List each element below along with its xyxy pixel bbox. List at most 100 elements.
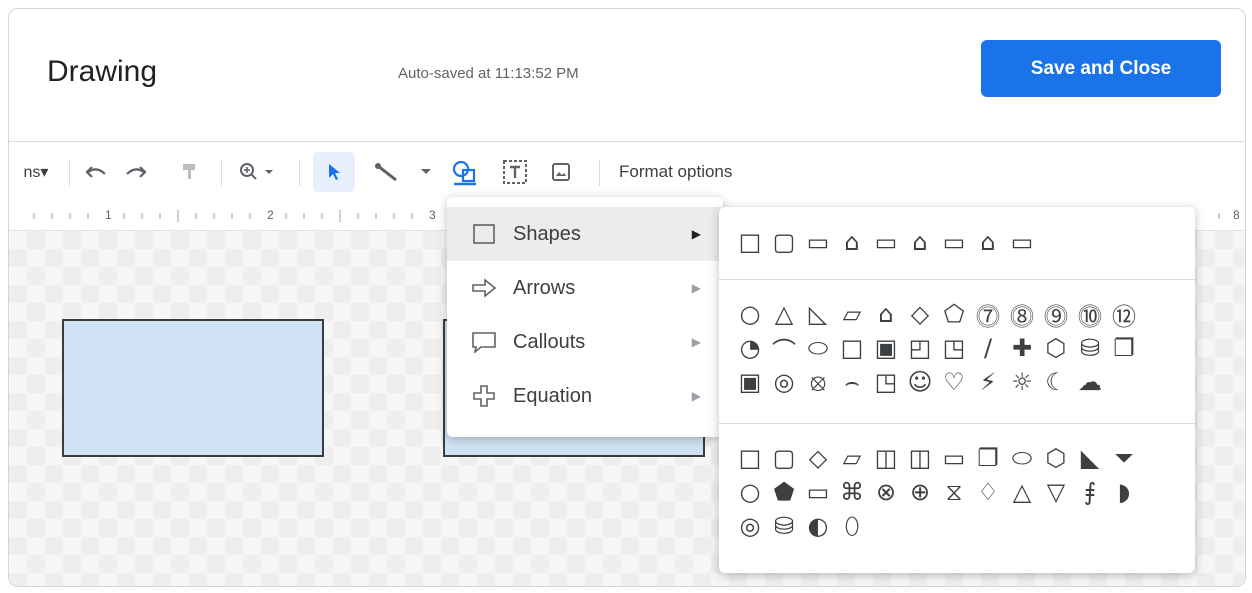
shape-option[interactable]: ⓽ (1041, 299, 1071, 331)
shape-option[interactable]: ⬯ (837, 511, 867, 541)
shape-option[interactable]: ▭ (939, 443, 969, 473)
shape-option[interactable]: ⛁ (1075, 333, 1105, 363)
paint-format-icon[interactable] (175, 156, 203, 188)
shape-option[interactable]: ▢ (769, 227, 799, 257)
shape-option[interactable]: ◫ (905, 443, 935, 473)
shape-option[interactable]: ▢ (769, 443, 799, 473)
dialog-title: Drawing (47, 55, 158, 88)
shape-option[interactable]: ⓾ (1075, 299, 1105, 331)
save-and-close-button[interactable]: Save and Close (981, 40, 1221, 97)
shape-option[interactable]: ◎ (769, 367, 799, 397)
shape-option[interactable]: ▭ (939, 227, 969, 257)
submenu-arrow-icon: ▶ (691, 227, 701, 241)
toolbar-divider (299, 160, 300, 186)
shape-option[interactable]: ♢ (973, 477, 1003, 507)
shape-option[interactable]: ⌒ (769, 333, 799, 365)
shape-option[interactable]: ⧖ (939, 477, 969, 507)
shape-option[interactable]: ◐ (803, 511, 833, 541)
shape-option[interactable]: ⛁ (769, 511, 799, 541)
shape-option[interactable]: ⌂ (837, 227, 867, 257)
submenu-arrow-icon: ▶ (691, 335, 701, 349)
shape-option[interactable]: ○ (735, 477, 765, 507)
shape-option[interactable]: ▭ (803, 227, 833, 257)
shape-option[interactable]: ⬠ (939, 299, 969, 329)
shape-option[interactable]: ⓼ (1007, 299, 1037, 331)
menu-item-callouts[interactable]: Callouts ▶ (447, 315, 723, 369)
select-icon[interactable] (313, 152, 355, 192)
shape-option[interactable]: ◺ (803, 299, 833, 329)
shape-option[interactable]: ▣ (871, 333, 901, 363)
shape-option[interactable]: ▱ (837, 443, 867, 473)
menu-item-shapes[interactable]: Shapes ▶ (447, 207, 723, 261)
submenu-arrow-icon: ▶ (691, 389, 701, 403)
shape-option[interactable]: □ (837, 333, 867, 363)
image-icon[interactable] (545, 156, 577, 188)
shape-option[interactable]: ☾ (1041, 367, 1071, 397)
shape-option[interactable]: ☼ (1007, 367, 1037, 397)
drawing-dialog: Drawing Auto-saved at 11:13:52 PM Save a… (8, 8, 1246, 587)
shape-option[interactable]: ⬟ (769, 477, 799, 507)
shape-option[interactable]: ⬡ (1041, 443, 1071, 473)
shape-option[interactable]: ⬡ (1041, 333, 1071, 363)
shape-option[interactable]: ⑫ (1109, 299, 1139, 331)
shape-option[interactable]: ◎ (735, 511, 765, 541)
shape-option[interactable]: ▣ (735, 367, 765, 397)
menu-item-label: Equation (513, 384, 592, 407)
shape-option[interactable]: ▭ (1007, 227, 1037, 257)
shape-option[interactable]: ⌂ (973, 227, 1003, 257)
chevron-down-icon[interactable] (415, 156, 437, 188)
shape-option[interactable]: ⚡ (973, 367, 1003, 397)
shape-option[interactable]: ▭ (871, 227, 901, 257)
shape-option[interactable]: ○ (735, 299, 765, 329)
shape-option[interactable]: ◰ (905, 333, 935, 363)
shape-option[interactable]: ▽ (1041, 477, 1071, 507)
actions-menu[interactable]: ns▾ (9, 156, 63, 188)
shape-option[interactable]: ◣ (1075, 443, 1105, 473)
rectangle-shape[interactable] (62, 319, 324, 457)
shape-option[interactable]: □ (735, 227, 765, 257)
arrow-icon (469, 278, 499, 298)
shape-option[interactable]: ♡ (939, 367, 969, 397)
shape-option[interactable]: ◇ (803, 443, 833, 473)
shape-option[interactable]: ⌂ (871, 299, 901, 329)
shape-option[interactable]: ☺ (905, 367, 935, 397)
shape-option[interactable]: ▭ (803, 477, 833, 507)
shape-option[interactable]: ∕ (973, 333, 1003, 363)
shape-option[interactable]: ◇ (905, 299, 935, 329)
shape-option[interactable]: ⌘ (837, 477, 867, 507)
shape-option[interactable]: ⊕ (905, 477, 935, 507)
shape-option[interactable]: ◔ (735, 333, 765, 363)
shape-option[interactable]: ✚ (1007, 333, 1037, 363)
undo-icon[interactable] (79, 156, 113, 188)
shape-option[interactable]: ⓻ (973, 299, 1003, 331)
line-icon[interactable] (367, 156, 407, 188)
format-options-button[interactable]: Format options (619, 156, 769, 188)
shape-menu: Shapes ▶ Arrows ▶ Callouts ▶ Equation ▶ (447, 197, 723, 437)
menu-item-equation[interactable]: Equation ▶ (447, 369, 723, 423)
shape-option[interactable]: □ (735, 443, 765, 473)
shape-option[interactable]: ⌢ (837, 367, 867, 397)
shape-option[interactable]: △ (1007, 477, 1037, 507)
shape-option[interactable]: ◳ (939, 333, 969, 363)
shape-option[interactable]: ☁ (1075, 367, 1105, 397)
shape-option[interactable]: △ (769, 299, 799, 329)
shape-option[interactable]: ▱ (837, 299, 867, 329)
redo-icon[interactable] (119, 156, 153, 188)
shape-option[interactable]: ❐ (1109, 333, 1139, 363)
zoom-icon[interactable] (235, 156, 283, 188)
menu-item-arrows[interactable]: Arrows ▶ (447, 261, 723, 315)
shape-option[interactable]: ⊗ (871, 477, 901, 507)
shape-option[interactable]: ◳ (871, 367, 901, 397)
text-box-icon[interactable] (497, 156, 533, 188)
shape-option[interactable]: ⬭ (1007, 443, 1037, 473)
shape-option[interactable]: ⬭ (803, 333, 833, 363)
shape-option[interactable]: ⌂ (905, 227, 935, 257)
shape-option[interactable]: ◫ (871, 443, 901, 473)
shape-option[interactable]: ⏷ (1109, 443, 1139, 473)
shape-option[interactable]: ⦻ (803, 367, 833, 397)
dialog-header: Drawing Auto-saved at 11:13:52 PM Save a… (9, 9, 1245, 142)
shape-option[interactable]: ◗ (1109, 477, 1139, 507)
shape-icon[interactable] (445, 156, 483, 188)
shape-option[interactable]: ⨎ (1075, 477, 1105, 507)
shape-option[interactable]: ❐ (973, 443, 1003, 473)
